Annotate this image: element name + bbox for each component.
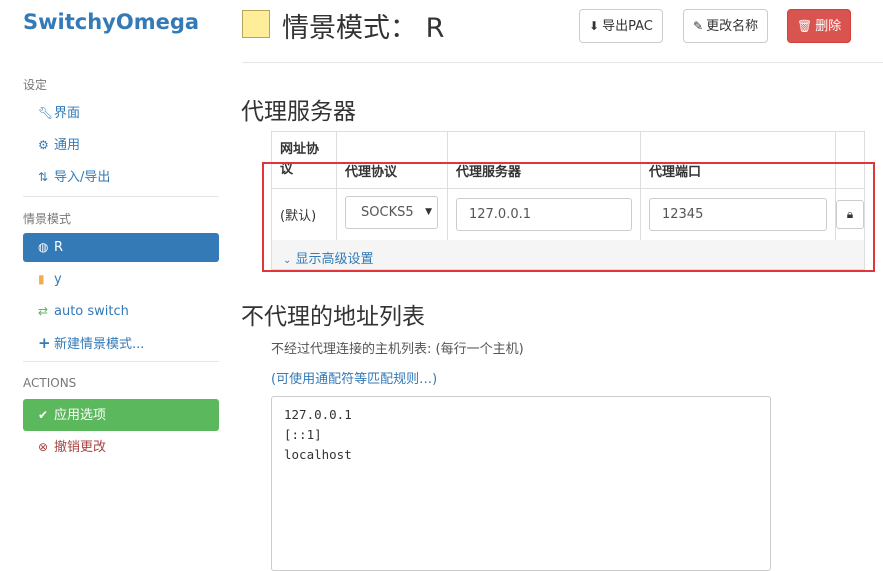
- actions-section-title: ACTIONS: [23, 376, 77, 390]
- app-brand[interactable]: SwitchyOmega: [23, 10, 199, 34]
- bypass-list-textarea[interactable]: 127.0.0.1 [::1] localhost: [271, 396, 771, 571]
- edit-icon: ✎: [693, 19, 704, 33]
- auth-cell: 🔒︎: [834, 188, 866, 241]
- export-pac-button[interactable]: ⬇ 导出PAC: [579, 9, 663, 43]
- file-icon: ▮: [38, 272, 45, 286]
- sidebar-item-profile-r[interactable]: ◍ R: [23, 233, 219, 262]
- advanced-settings-row: ⌄ 显示高级设置: [271, 240, 865, 270]
- chevron-down-icon: ▼: [423, 197, 433, 228]
- divider: [23, 361, 219, 362]
- table-header-row: 网址协议 代理协议 代理服务器 代理端口: [270, 131, 866, 189]
- bypass-help-text: 不经过代理连接的主机列表: (每行一个主机): [271, 342, 524, 357]
- wrench-icon: 🔧︎: [38, 106, 54, 120]
- check-circle-icon: ✔: [38, 408, 49, 422]
- sidebar-item-new-profile[interactable]: + 新建情景模式...: [23, 329, 219, 358]
- wildcard-rules-link[interactable]: (可使用通配符等匹配规则…): [271, 368, 437, 387]
- sidebar-item-general[interactable]: ⚙ 通用: [23, 131, 219, 160]
- discard-changes-button[interactable]: ⊗ 撤销更改: [23, 433, 219, 462]
- settings-section-title: 设定: [23, 78, 48, 92]
- globe-icon: ◍: [38, 240, 49, 254]
- column-header-server: 代理服务器: [446, 131, 641, 189]
- header-divider: [242, 62, 883, 63]
- lock-icon[interactable]: 🔒︎: [835, 200, 864, 229]
- divider: [23, 196, 219, 197]
- proxy-table: 网址协议 代理协议 代理服务器 代理端口 (默认) SOCKS5 ▼ 127.0…: [270, 131, 866, 241]
- apply-options-button[interactable]: ✔ 应用选项: [23, 399, 219, 431]
- profiles-section-title: 情景模式: [23, 212, 72, 226]
- profile-color-swatch[interactable]: [242, 10, 270, 38]
- delete-button[interactable]: 🗑︎ 删除: [787, 9, 852, 43]
- rename-button[interactable]: ✎ 更改名称: [683, 9, 769, 43]
- scheme-cell: (默认): [270, 188, 338, 241]
- column-header-scheme: 网址协议: [270, 131, 338, 189]
- protocol-select[interactable]: SOCKS5 ▼: [345, 196, 439, 229]
- retweet-icon: ⇄: [38, 304, 49, 318]
- bypass-entry: [::1]: [284, 427, 322, 442]
- gear-icon: ⚙: [38, 138, 49, 152]
- show-advanced-link[interactable]: ⌄ 显示高级设置: [283, 248, 374, 267]
- port-cell: 12345: [639, 188, 836, 241]
- protocol-cell: SOCKS5 ▼: [336, 188, 448, 241]
- times-circle-icon: ⊗: [38, 440, 49, 454]
- download-icon: ⬇: [589, 19, 600, 33]
- server-cell: 127.0.0.1: [446, 188, 641, 241]
- bypass-entry: 127.0.0.1: [284, 407, 352, 422]
- sidebar-item-interface[interactable]: 🔧︎界面: [23, 99, 219, 128]
- chevron-down-icon: ⌄: [283, 255, 292, 266]
- sidebar-item-profile-y[interactable]: ▮ y: [23, 265, 219, 294]
- sidebar-item-import-export[interactable]: ⇅ 导入/导出: [23, 163, 219, 192]
- table-row: (默认) SOCKS5 ▼ 127.0.0.1 12345 🔒︎: [270, 188, 866, 241]
- bypass-entry: localhost: [284, 447, 352, 462]
- column-header-port: 代理端口: [639, 131, 836, 189]
- proxy-server-input[interactable]: 127.0.0.1: [455, 198, 632, 231]
- sidebar-item-auto-switch[interactable]: ⇄ auto switch: [23, 297, 219, 326]
- import-export-icon: ⇅: [38, 170, 49, 184]
- proxy-section-title: 代理服务器: [241, 99, 356, 125]
- sidebar: SwitchyOmega 设定 🔧︎界面 ⚙ 通用 ⇅ 导入/导出 情景模式 ◍ R …: [0, 0, 232, 561]
- trash-icon: 🗑︎: [797, 19, 813, 33]
- bypass-section-title: 不代理的地址列表: [241, 304, 425, 330]
- proxy-port-input[interactable]: 12345: [648, 198, 827, 231]
- page-title: 情景模式： R: [282, 13, 445, 44]
- column-header-actions: [834, 131, 866, 189]
- column-header-protocol: 代理协议: [336, 131, 448, 189]
- plus-icon: +: [38, 334, 51, 352]
